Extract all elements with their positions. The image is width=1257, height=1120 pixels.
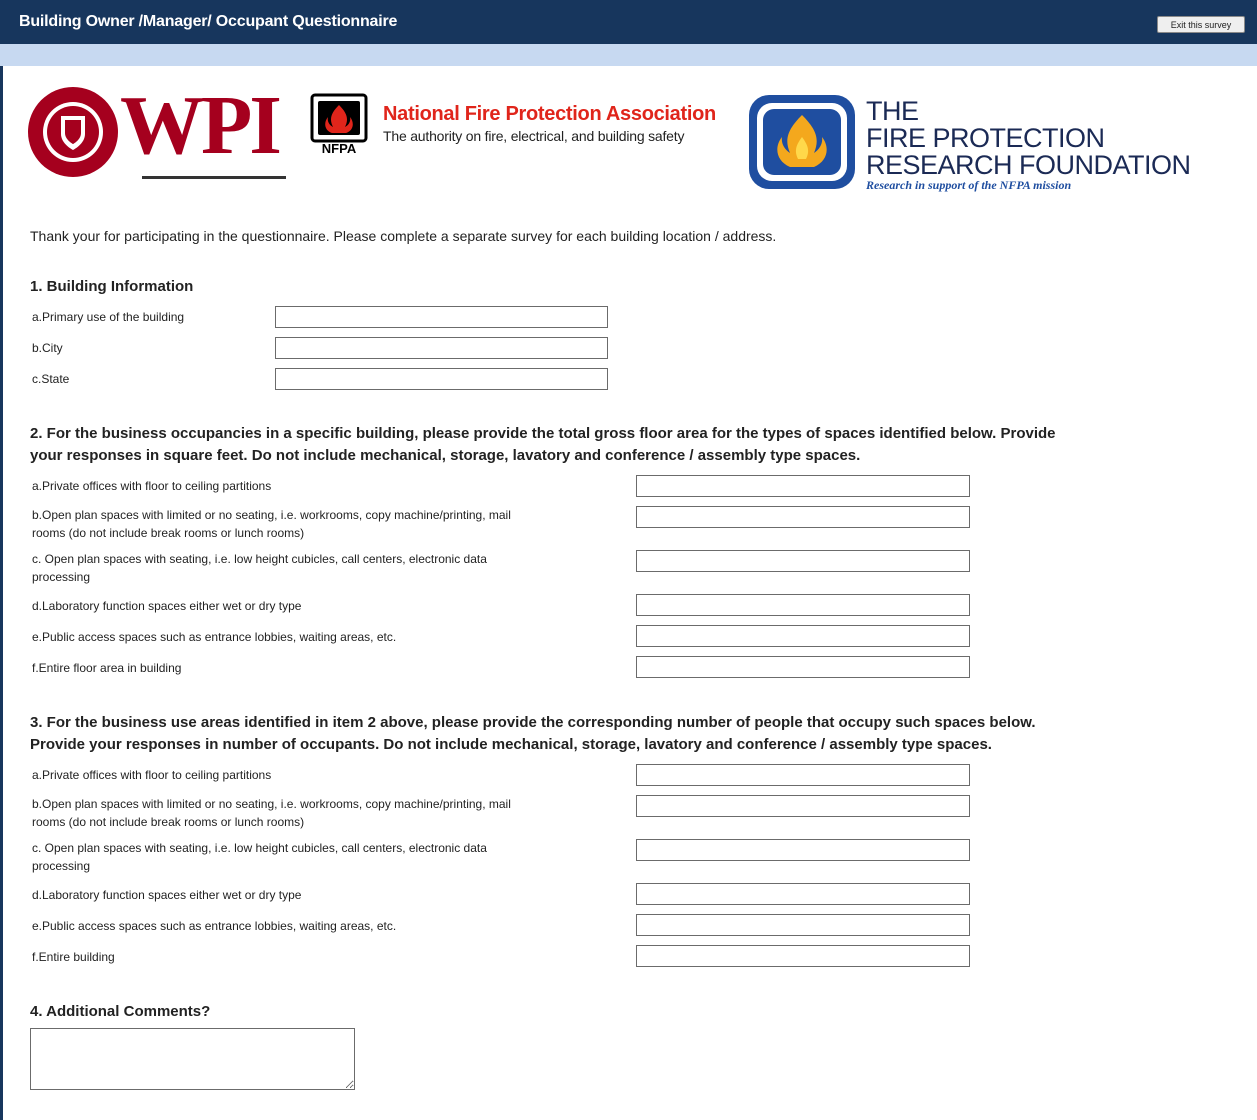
q1-label-state: c.State [32, 372, 70, 386]
q2-open-seating-input[interactable] [636, 550, 970, 572]
q2-label-open-seating-1: c. Open plan spaces with seating, i.e. l… [32, 552, 487, 566]
q1-state-input[interactable] [275, 368, 608, 390]
q2-entire-floor-input[interactable] [636, 656, 970, 678]
exit-survey-button[interactable]: Exit this survey [1157, 16, 1245, 33]
q3-label-open-seating-1: c. Open plan spaces with seating, i.e. l… [32, 841, 487, 855]
q3-label-entire-building: f.Entire building [32, 950, 115, 964]
q3-title-line-2: Provide your responses in number of occu… [30, 736, 992, 753]
survey-title: Building Owner /Manager/ Occupant Questi… [19, 13, 398, 30]
q3-label-laboratory: d.Laboratory function spaces either wet … [32, 888, 302, 902]
wpi-logo-rule [142, 176, 286, 179]
wpi-seal-logo [28, 87, 118, 177]
q3-private-offices-input[interactable] [636, 764, 970, 786]
q2-label-entire-floor: f.Entire floor area in building [32, 661, 182, 675]
fprf-line-2: FIRE PROTECTION [866, 123, 1105, 153]
fprf-line-3: RESEARCH FOUNDATION [866, 150, 1191, 180]
q2-label-open-limited-2: rooms (do not include break rooms or lun… [32, 526, 305, 540]
q3-open-seating-input[interactable] [636, 839, 970, 861]
additional-comments-textarea[interactable] [30, 1028, 355, 1090]
nfpa-flame-logo: NFPA [310, 93, 368, 155]
q2-open-limited-input[interactable] [636, 506, 970, 528]
q3-entire-building-input[interactable] [636, 945, 970, 967]
nfpa-abbr-text: NFPA [322, 141, 357, 155]
q2-laboratory-input[interactable] [636, 594, 970, 616]
q1-title: 1. Building Information [30, 278, 194, 295]
q2-private-offices-input[interactable] [636, 475, 970, 497]
q2-title-line-2: your responses in square feet. Do not in… [30, 447, 861, 464]
fprf-line-1: THE [866, 96, 919, 126]
q3-label-open-limited-2: rooms (do not include break rooms or lun… [32, 815, 305, 829]
wpi-logo-text: WPI [120, 79, 282, 172]
q2-label-private-offices: a.Private offices with floor to ceiling … [32, 479, 272, 493]
q3-open-limited-input[interactable] [636, 795, 970, 817]
q3-public-access-input[interactable] [636, 914, 970, 936]
q3-label-open-seating-2: processing [32, 859, 91, 873]
nfpa-tagline: The authority on fire, electrical, and b… [383, 128, 685, 144]
q3-label-open-limited-1: b.Open plan spaces with limited or no se… [32, 797, 511, 811]
q3-laboratory-input[interactable] [636, 883, 970, 905]
nfpa-title: National Fire Protection Association [383, 103, 716, 125]
q4-title: 4. Additional Comments? [30, 1003, 211, 1020]
q2-label-laboratory: d.Laboratory function spaces either wet … [32, 599, 302, 613]
q2-label-open-limited-1: b.Open plan spaces with limited or no se… [32, 508, 511, 522]
logo-banner: WPI NFPA National Fire Protection Associ… [0, 66, 1257, 196]
intro-text: Thank your for participating in the ques… [30, 228, 777, 244]
q1-label-primary-use: a.Primary use of the building [32, 310, 185, 324]
survey-header: Building Owner /Manager/ Occupant Questi… [0, 0, 1257, 44]
fprf-tagline: Research in support of the NFPA mission [866, 178, 1072, 192]
q2-label-public-access: e.Public access spaces such as entrance … [32, 630, 397, 644]
header-subbar [0, 44, 1257, 66]
q1-city-input[interactable] [275, 337, 608, 359]
q3-title-line-1: 3. For the business use areas identified… [30, 714, 1036, 731]
q1-primary-use-input[interactable] [275, 306, 608, 328]
fprf-flame-logo [749, 95, 855, 189]
q2-public-access-input[interactable] [636, 625, 970, 647]
q3-label-private-offices: a.Private offices with floor to ceiling … [32, 768, 272, 782]
q3-label-public-access: e.Public access spaces such as entrance … [32, 919, 397, 933]
q2-label-open-seating-2: processing [32, 570, 91, 584]
q1-label-city: b.City [32, 341, 63, 355]
q2-title-line-1: 2. For the business occupancies in a spe… [30, 425, 1056, 442]
